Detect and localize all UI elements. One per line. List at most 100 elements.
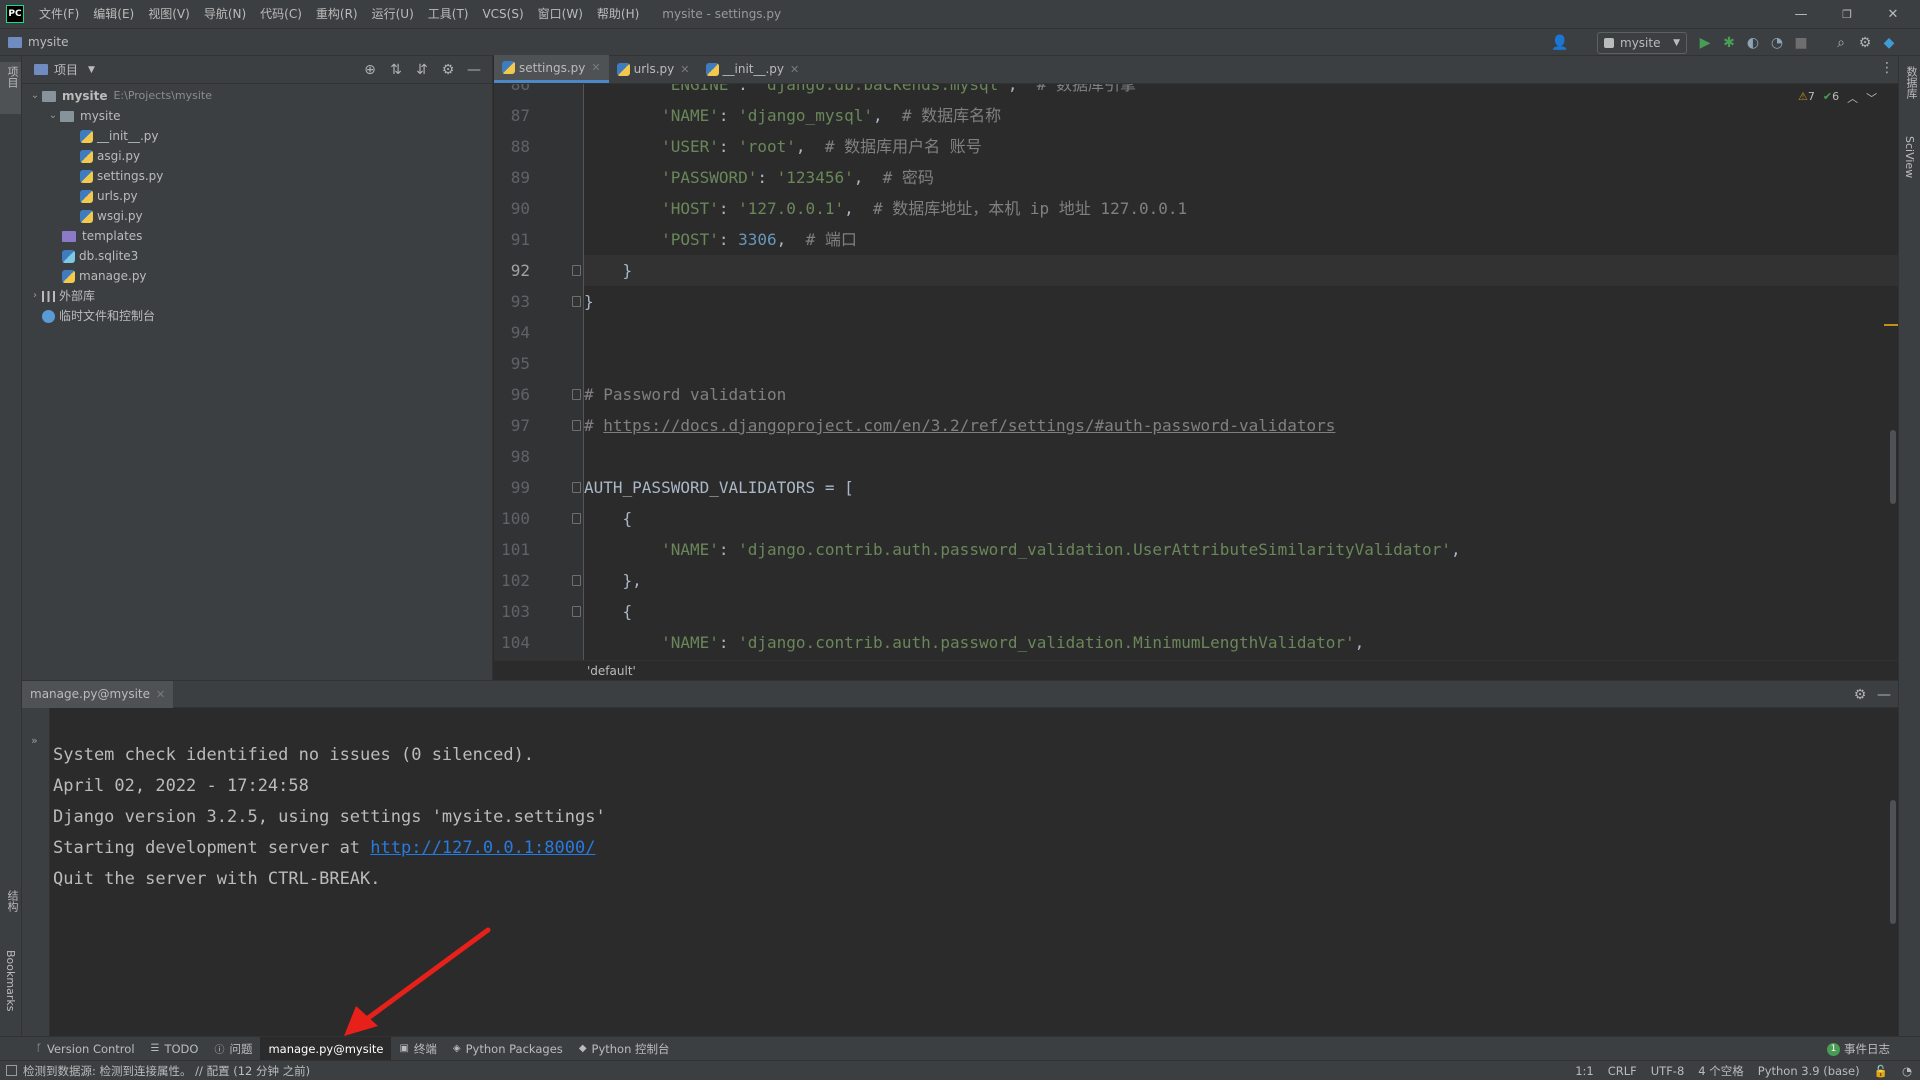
search-icon[interactable]: ⌕ xyxy=(1829,31,1853,55)
close-icon[interactable]: ✕ xyxy=(591,61,600,74)
more-tabs-icon[interactable]: ⋮ xyxy=(1880,60,1894,76)
menu-item[interactable]: VCS(S) xyxy=(475,0,530,28)
line-number[interactable]: 93 xyxy=(494,286,530,317)
editor-tab[interactable]: settings.py ✕ xyxy=(494,55,609,83)
tree-item[interactable]: ⌄ mysite xyxy=(46,106,121,126)
tree-item[interactable]: urls.py xyxy=(80,186,138,206)
line-number[interactable]: 95 xyxy=(494,348,530,379)
locate-icon[interactable]: ⊕ xyxy=(358,58,382,82)
toggle-tool-windows-icon[interactable] xyxy=(6,1065,17,1076)
tree-item[interactable]: manage.py xyxy=(62,266,147,286)
tree-item[interactable]: › 外部库 xyxy=(28,286,95,306)
menu-item[interactable]: 运行(U) xyxy=(365,0,421,28)
expand-toolbar-icon[interactable]: » xyxy=(31,734,38,747)
sciview-stripe-button[interactable]: SciView xyxy=(1903,136,1916,178)
console-scrollbar[interactable] xyxy=(1890,800,1896,924)
warning-marker[interactable] xyxy=(1884,324,1898,326)
line-number[interactable]: 103 xyxy=(494,596,530,627)
menu-item[interactable]: 重构(R) xyxy=(309,0,365,28)
run-console[interactable]: System check identified no issues (0 sil… xyxy=(50,708,1898,1036)
gear-icon[interactable]: ⚙ xyxy=(1853,31,1877,55)
tree-item[interactable]: ⌄ mysite E:\Projects\mysite xyxy=(28,86,212,106)
line-number[interactable]: 99 xyxy=(494,472,530,503)
line-number[interactable]: 96 xyxy=(494,379,530,410)
menu-item[interactable]: 编辑(E) xyxy=(86,0,141,28)
close-icon[interactable]: ✕ xyxy=(680,63,689,76)
stop-icon[interactable]: ■ xyxy=(1789,31,1813,55)
inspection-widget[interactable]: ⚠7 ✔6 ︿ ﹀ xyxy=(1798,90,1877,106)
status-message[interactable]: 检测到数据源: 检测到连接属性。 // 配置 (12 分钟 之前) xyxy=(23,1063,310,1079)
expand-all-icon[interactable]: ⇅ xyxy=(384,58,408,82)
python-interpreter[interactable]: Python 3.9 (base) xyxy=(1758,1064,1860,1078)
fold-marker-icon[interactable] xyxy=(572,265,581,276)
chevron-down-icon[interactable]: ⌄ xyxy=(28,86,42,106)
indent-setting[interactable]: 4 个空格 xyxy=(1698,1063,1743,1079)
line-number[interactable]: 100 xyxy=(494,503,530,534)
menu-item[interactable]: 文件(F) xyxy=(32,0,86,28)
profile-icon[interactable]: ◔ xyxy=(1765,31,1789,55)
line-number[interactable]: 94 xyxy=(494,317,530,348)
nav-breadcrumb[interactable]: mysite xyxy=(8,35,68,49)
code-link[interactable]: https://docs.djangoproject.com/en/3.2/re… xyxy=(603,416,1335,435)
tree-item[interactable]: __init__.py xyxy=(80,126,159,146)
close-icon[interactable]: ✕ xyxy=(156,688,165,701)
line-number[interactable]: 87 xyxy=(494,100,530,131)
tool-window-button[interactable]: ◆ Python 控制台 xyxy=(571,1037,678,1061)
minimize-button[interactable]: — xyxy=(1778,0,1824,28)
menu-item[interactable]: 导航(N) xyxy=(197,0,253,28)
menu-item[interactable]: 工具(T) xyxy=(421,0,476,28)
tree-item[interactable]: db.sqlite3 xyxy=(62,246,138,266)
line-number[interactable]: 98 xyxy=(494,441,530,472)
fold-marker-icon[interactable] xyxy=(572,606,581,617)
file-encoding[interactable]: UTF-8 xyxy=(1651,1064,1685,1078)
editor-breadcrumb[interactable]: 'default' xyxy=(494,660,1898,680)
tool-window-button[interactable]: ⓘ 问题 xyxy=(206,1037,260,1061)
close-icon[interactable]: ✕ xyxy=(790,63,799,76)
tool-window-button[interactable]: ᚴ Version Control xyxy=(28,1037,143,1061)
menu-item[interactable]: 视图(V) xyxy=(141,0,197,28)
chevron-down-icon[interactable]: ⌄ xyxy=(46,106,60,126)
editor-tab[interactable]: urls.py ✕ xyxy=(609,55,698,83)
tool-window-button[interactable]: ◈ Python Packages xyxy=(445,1037,571,1061)
run-icon[interactable]: ▶ xyxy=(1693,31,1717,55)
line-separator[interactable]: CRLF xyxy=(1608,1064,1637,1078)
tree-item[interactable]: 临时文件和控制台 xyxy=(42,306,155,326)
chevron-down-icon[interactable]: ▼ xyxy=(88,65,95,75)
bookmarks-stripe-button[interactable]: Bookmarks xyxy=(4,950,17,1011)
fold-marker-icon[interactable] xyxy=(572,482,581,493)
fold-marker-icon[interactable] xyxy=(572,296,581,307)
editor-tab[interactable]: __init__.py ✕ xyxy=(698,55,808,83)
caret-position[interactable]: 1:1 xyxy=(1575,1064,1594,1078)
debug-icon[interactable]: ✱ xyxy=(1717,31,1741,55)
editor-scrollbar[interactable] xyxy=(1890,430,1896,504)
tree-item[interactable]: asgi.py xyxy=(80,146,140,166)
gear-icon[interactable]: ⚙ xyxy=(436,58,460,82)
project-stripe-button[interactable]: 项目 xyxy=(4,66,20,88)
chevron-right-icon[interactable]: › xyxy=(28,286,42,306)
line-number[interactable]: 104 xyxy=(494,627,530,658)
line-number[interactable]: 86 xyxy=(494,84,530,100)
run-config-select[interactable]: mysite ▼ xyxy=(1597,32,1687,54)
structure-stripe-button[interactable]: 结构 xyxy=(4,890,20,912)
line-number[interactable]: 90 xyxy=(494,193,530,224)
hide-panel-icon[interactable]: — xyxy=(1872,683,1896,707)
tool-window-button[interactable]: manage.py@mysite xyxy=(260,1036,392,1061)
lock-icon[interactable]: 🔓 xyxy=(1874,1064,1888,1078)
tree-item[interactable]: wsgi.py xyxy=(80,206,143,226)
collapse-all-icon[interactable]: ⇵ xyxy=(410,58,434,82)
update-icon[interactable]: ◆ xyxy=(1877,31,1901,55)
run-tab[interactable]: manage.py@mysite ✕ xyxy=(22,680,174,708)
prev-highlight-icon[interactable]: ︿ xyxy=(1847,90,1858,106)
event-log-button[interactable]: 1 事件日志 xyxy=(1827,1037,1890,1061)
fold-marker-icon[interactable] xyxy=(572,389,581,400)
line-number[interactable]: 102 xyxy=(494,565,530,596)
line-number[interactable]: 88 xyxy=(494,131,530,162)
menu-item[interactable]: 代码(C) xyxy=(253,0,309,28)
line-number[interactable]: 92 xyxy=(494,255,530,286)
hide-panel-icon[interactable]: — xyxy=(462,58,486,82)
line-number[interactable]: 89 xyxy=(494,162,530,193)
fold-marker-icon[interactable] xyxy=(572,575,581,586)
coverage-icon[interactable]: ◐ xyxy=(1741,31,1765,55)
fold-marker-icon[interactable] xyxy=(572,420,581,431)
gear-icon[interactable]: ⚙ xyxy=(1848,683,1872,707)
